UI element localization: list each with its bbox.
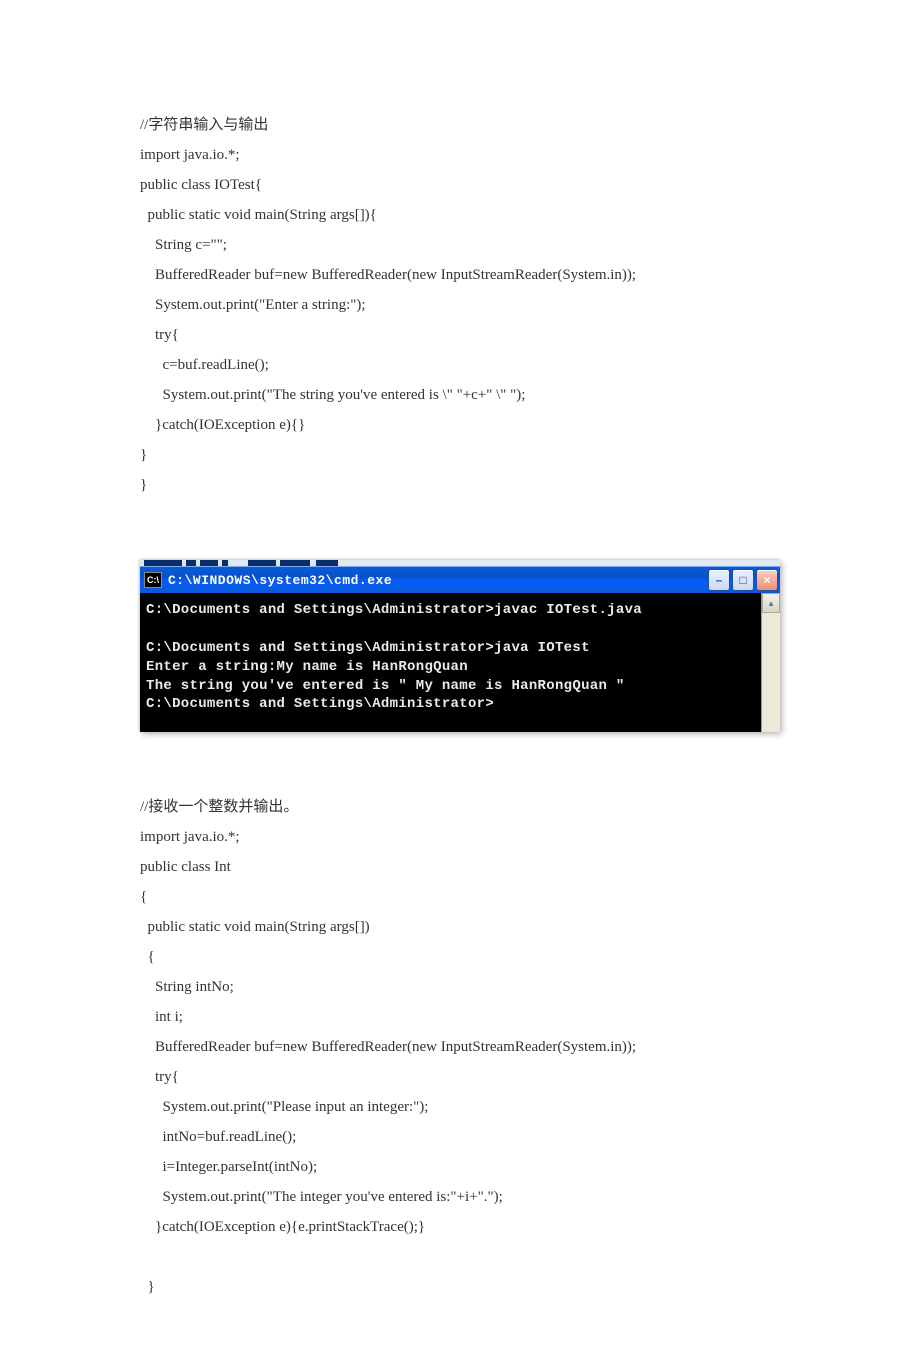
cmd-icon: C:\ [144,572,162,588]
code-line: System.out.print("Please input an intege… [140,1099,428,1115]
code-line: }catch(IOException e){e.printStackTrace(… [140,1219,425,1235]
terminal-line: Enter a string:My name is HanRongQuan [146,659,468,675]
terminal-line: The string you've entered is " My name i… [146,678,625,694]
code-line: String c=""; [140,237,227,253]
code-line: try{ [140,1069,179,1085]
code-line: try{ [140,327,179,343]
minimize-button[interactable]: – [708,569,730,591]
code-line: public static void main(String args[]){ [140,207,377,223]
cmd-screenshot: C:\ C:\WINDOWS\system32\cmd.exe – □ × C:… [140,560,780,732]
code-line: i=Integer.parseInt(intNo); [140,1159,317,1175]
code-line: import java.io.*; [140,147,240,163]
code-line: //接收一个整数并输出。 [140,799,298,815]
code-line: //字符串输入与输出 [140,117,268,133]
cmd-title-text: C:\WINDOWS\system32\cmd.exe [168,573,708,588]
code-line: int i; [140,1009,183,1025]
maximize-button[interactable]: □ [732,569,754,591]
cmd-title-bar[interactable]: C:\ C:\WINDOWS\system32\cmd.exe – □ × [140,566,780,593]
terminal-line: C:\Documents and Settings\Administrator>… [146,640,590,656]
code-line: { [140,889,147,905]
terminal-line: C:\Documents and Settings\Administrator> [146,696,494,712]
window-buttons: – □ × [708,569,778,591]
window-fragment-strip [140,560,780,566]
code-line: BufferedReader buf=new BufferedReader(ne… [140,1039,636,1055]
code-line: String intNo; [140,979,234,995]
code-line: c=buf.readLine(); [140,357,269,373]
code-line: System.out.print("The string you've ente… [140,387,525,403]
code-block-2: //接收一个整数并输出。 import java.io.*; public cl… [140,792,780,1302]
code-line: import java.io.*; [140,829,240,845]
code-line: public class IOTest{ [140,177,262,193]
close-button[interactable]: × [756,569,778,591]
code-line: public class Int [140,859,231,875]
code-line: }catch(IOException e){} [140,417,305,433]
terminal-line: C:\Documents and Settings\Administrator>… [146,602,642,618]
code-line: } [140,477,147,493]
code-line: intNo=buf.readLine(); [140,1129,296,1145]
code-line: BufferedReader buf=new BufferedReader(ne… [140,267,636,283]
document-page: //字符串输入与输出 import java.io.*; public clas… [0,0,920,1362]
cmd-terminal-output: C:\Documents and Settings\Administrator>… [140,593,761,732]
code-line: } [140,447,147,463]
code-line: } [140,1279,155,1295]
code-line: System.out.print("Enter a string:"); [140,297,366,313]
cmd-scrollbar[interactable]: ▴ [761,593,780,732]
scroll-track[interactable] [762,613,780,732]
scroll-up-button[interactable]: ▴ [762,593,780,613]
code-block-1: //字符串输入与输出 import java.io.*; public clas… [140,110,780,500]
code-line: System.out.print("The integer you've ent… [140,1189,503,1205]
code-line: public static void main(String args[]) [140,919,370,935]
code-line: { [140,949,155,965]
